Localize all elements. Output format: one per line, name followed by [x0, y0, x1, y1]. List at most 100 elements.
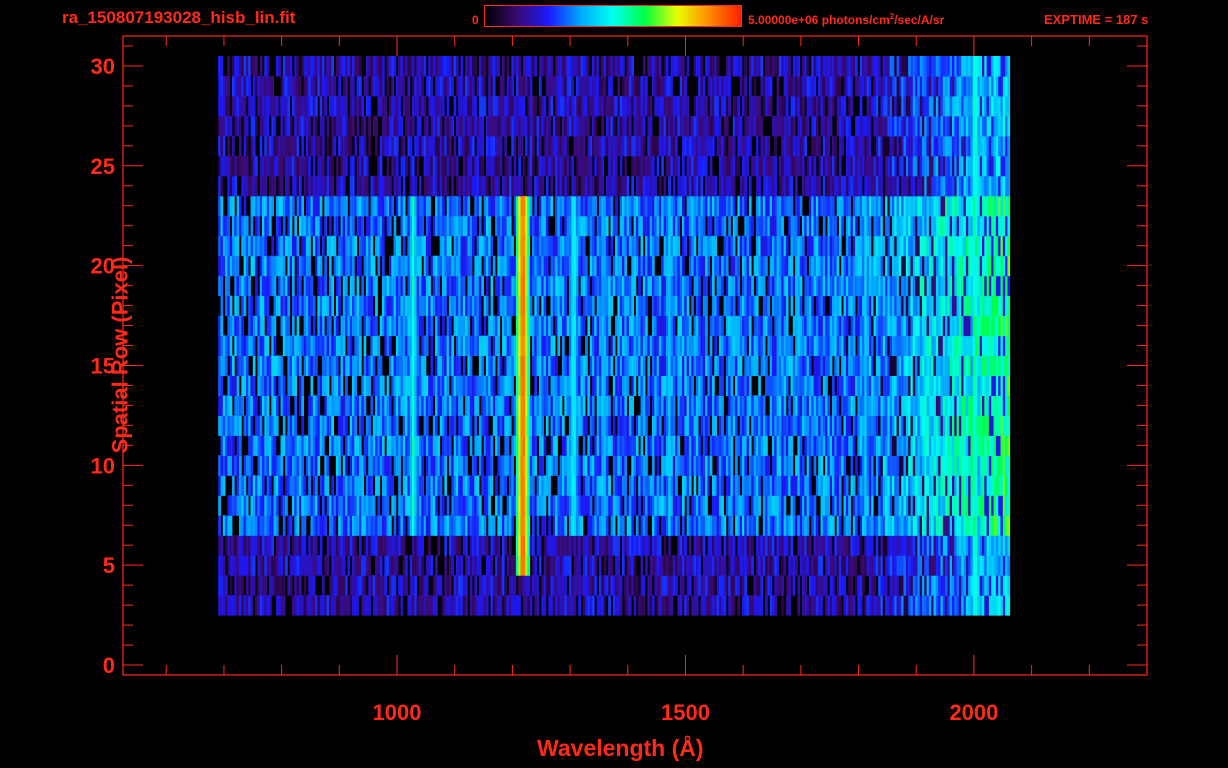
heatmap-cell	[806, 515, 810, 536]
heatmap-cell	[843, 295, 847, 317]
heatmap-cell	[598, 575, 602, 596]
heatmap-cell	[993, 355, 997, 376]
heatmap-cell	[661, 395, 664, 416]
heatmap-cell	[598, 295, 602, 317]
heatmap-cell	[262, 315, 265, 337]
heatmap-cell	[416, 595, 420, 616]
heatmap-cell	[628, 275, 632, 297]
heatmap-cell	[262, 475, 265, 496]
heatmap-cell	[762, 335, 766, 356]
heatmap-cell	[248, 275, 251, 297]
heatmap-cell	[386, 515, 390, 536]
heatmap-cell	[781, 455, 784, 476]
heatmap-cell	[564, 515, 568, 536]
heatmap-cell	[811, 435, 814, 456]
heatmap-cell	[236, 455, 240, 476]
heatmap-cell	[873, 515, 877, 536]
heatmap-cell	[693, 475, 697, 496]
heatmap-cell	[993, 535, 997, 556]
heatmap-cell	[490, 555, 494, 576]
heatmap-cell	[691, 455, 694, 476]
heatmap-cell	[465, 455, 468, 476]
heatmap-cell	[748, 375, 752, 396]
heatmap	[218, 56, 1011, 616]
heatmap-cell	[633, 275, 637, 297]
heatmap-cell	[282, 575, 286, 596]
heatmap-cell	[430, 315, 434, 337]
heatmap-cell	[485, 535, 489, 556]
heatmap-cell	[799, 275, 803, 297]
heatmap-cell	[236, 575, 240, 596]
heatmap-cell	[675, 575, 678, 596]
heatmap-cell	[598, 415, 602, 436]
heatmap-cell	[677, 515, 681, 536]
heatmap-cell	[538, 375, 542, 396]
heatmap-cell	[598, 335, 602, 356]
heatmap-cell	[769, 315, 773, 337]
heatmap-cell	[287, 315, 291, 337]
heatmap-cell	[331, 275, 335, 297]
heatmap-cell	[781, 515, 784, 536]
heatmap-cell	[993, 595, 997, 616]
heatmap-cell	[838, 415, 842, 436]
heatmap-cell	[250, 295, 254, 317]
heatmap-cell	[356, 275, 360, 297]
heatmap-cell	[993, 575, 997, 596]
heatmap-cell	[326, 375, 330, 396]
heatmap-cell	[855, 555, 858, 576]
heatmap-cell	[386, 475, 390, 496]
heatmap-cell	[746, 415, 750, 436]
heatmap-cell	[437, 315, 441, 337]
heatmap-cell	[326, 355, 330, 376]
heatmap-cell	[963, 355, 967, 376]
heatmap-cell	[430, 335, 434, 356]
heatmap-cell	[993, 435, 997, 456]
heatmap-cell	[375, 295, 378, 317]
heatmap-cell	[933, 295, 937, 317]
heatmap-cell	[642, 595, 646, 616]
heatmap-cell	[721, 575, 724, 596]
heatmap-cell	[562, 415, 565, 436]
heatmap-cell	[354, 375, 358, 396]
heatmap-cell	[481, 355, 485, 376]
heatmap-cell	[933, 395, 937, 416]
heatmap-cell	[675, 475, 678, 496]
heatmap-cell	[813, 455, 817, 476]
heatmap-cell	[485, 595, 489, 616]
heatmap-cell	[386, 315, 390, 337]
heatmap-cell	[1007, 295, 1011, 317]
heatmap-cell	[275, 495, 279, 516]
heatmap-cell	[448, 515, 452, 536]
heatmap-cell	[585, 355, 588, 376]
heatmap-cell	[541, 415, 545, 436]
heatmap-cell	[488, 495, 491, 516]
heatmap-cell	[608, 395, 611, 416]
heatmap-cell	[236, 415, 240, 436]
heatmap-cell	[682, 575, 685, 596]
heatmap-cell	[368, 375, 371, 396]
heatmap-cell	[504, 575, 508, 596]
heatmap-cell	[322, 435, 325, 456]
heatmap-cell	[691, 375, 694, 396]
heatmap-cell	[448, 315, 452, 337]
heatmap-cell	[564, 575, 568, 596]
heatmap-cell	[476, 395, 480, 416]
heatmap-cell	[797, 575, 801, 596]
heatmap-cell	[781, 555, 784, 576]
heatmap-cell	[843, 575, 847, 596]
heatmap-cell	[377, 495, 381, 516]
heatmap-cell	[389, 515, 392, 536]
heatmap-cell	[702, 535, 706, 556]
heatmap-cell	[227, 275, 231, 297]
heatmap-cell	[993, 295, 997, 317]
heatmap-cell	[255, 395, 258, 416]
heatmap-cell	[1007, 355, 1011, 376]
heatmap-cell	[617, 555, 621, 576]
heatmap-cell	[425, 575, 429, 596]
heatmap-cell	[873, 295, 877, 317]
heatmap-cell	[598, 275, 602, 297]
heatmap-cell	[661, 515, 664, 536]
heatmap-cell	[266, 475, 270, 496]
heatmap-cell	[282, 375, 286, 396]
heatmap-cell	[730, 375, 734, 396]
